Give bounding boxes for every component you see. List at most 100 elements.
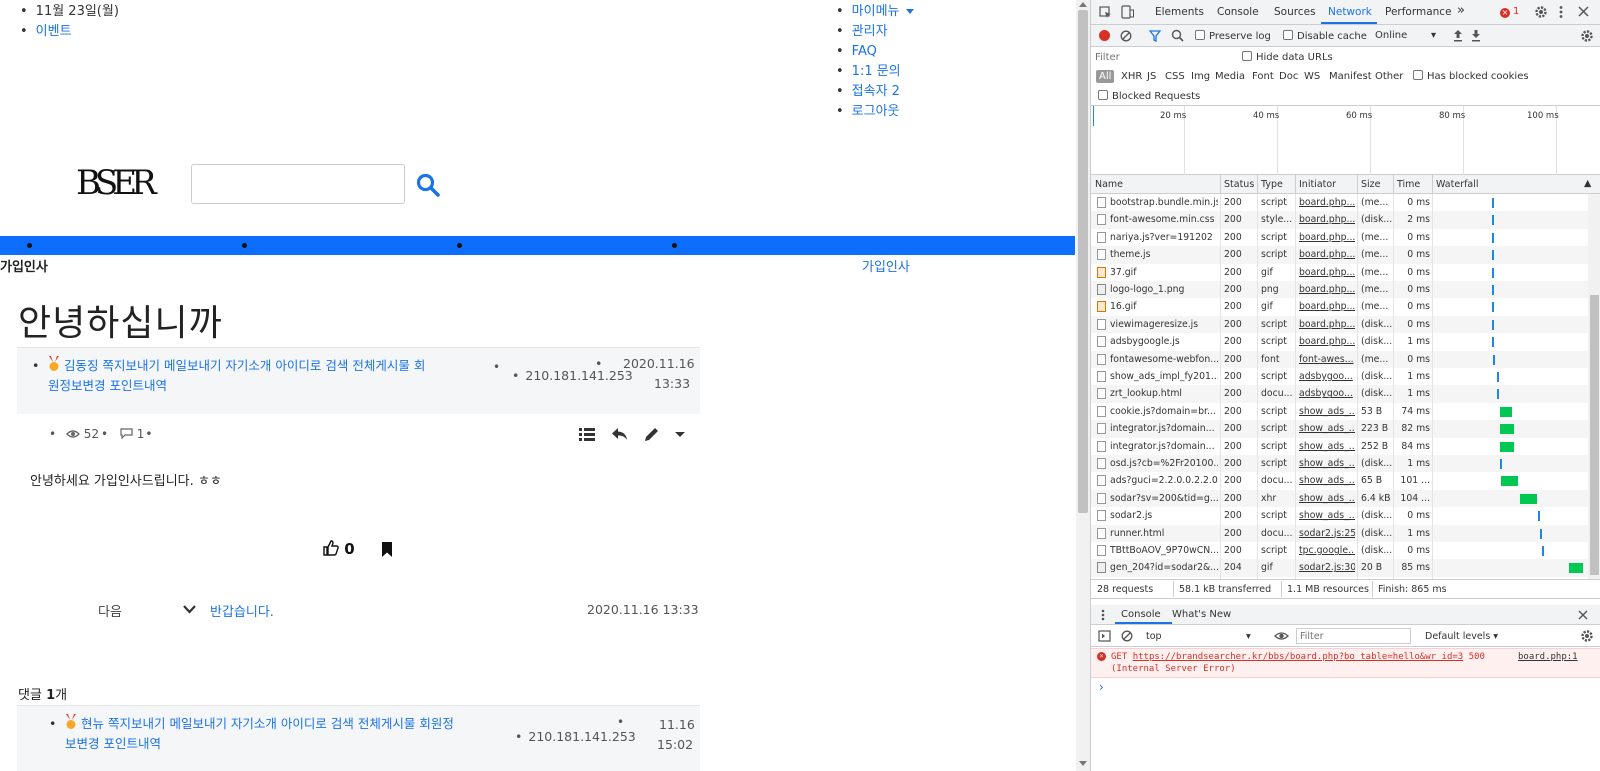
request-row[interactable]: runner.html 200 docu... sodar2.js:25 (disk..… <box>1091 524 1588 542</box>
export-har-icon[interactable] <box>1471 29 1481 42</box>
console-prompt[interactable]: › <box>1099 680 1104 694</box>
col-initiator[interactable]: Initiator <box>1299 179 1336 190</box>
context-select[interactable]: top ▾ <box>1146 631 1251 642</box>
type-filter-js[interactable]: JS <box>1147 71 1156 82</box>
col-divider[interactable] <box>1257 175 1258 194</box>
pencil-icon[interactable] <box>643 425 661 443</box>
checkbox[interactable] <box>1195 30 1205 40</box>
menu-item-visitors[interactable]: 접속자 2 <box>836 82 914 102</box>
col-waterfall[interactable]: Waterfall <box>1436 179 1479 190</box>
checkbox[interactable] <box>1242 51 1252 61</box>
menu-item-faq[interactable]: FAQ <box>836 42 914 62</box>
col-size[interactable]: Size <box>1361 179 1381 190</box>
request-initiator[interactable]: board.php... <box>1299 249 1355 260</box>
request-initiator[interactable]: show_ads_... <box>1299 458 1355 469</box>
request-row[interactable]: cookie.js?domain=br... 200 script show_ads_… <box>1091 403 1588 420</box>
blocked-requests-checkbox[interactable]: Blocked Requests <box>1098 90 1200 102</box>
search-icon[interactable] <box>1171 29 1184 42</box>
tab-network[interactable]: Network <box>1328 6 1372 18</box>
type-filter-doc[interactable]: Doc <box>1279 71 1298 82</box>
request-row[interactable]: logo-logo_1.png 200 png board.php... (me... 0… <box>1091 281 1588 299</box>
type-filter-ws[interactable]: WS <box>1304 71 1320 82</box>
tab-performance[interactable]: Performance <box>1385 6 1452 18</box>
col-divider[interactable] <box>1220 175 1221 194</box>
request-row[interactable]: adsbygoogle.js 200 script board.php... (disk… <box>1091 333 1588 350</box>
clear-console-icon[interactable] <box>1121 630 1133 642</box>
commenter-menu-link-2[interactable]: 보변경 포인트내역 <box>65 736 161 751</box>
col-divider[interactable] <box>1357 175 1358 194</box>
search-input[interactable] <box>191 164 405 204</box>
kebab-menu-icon[interactable] <box>1559 5 1563 19</box>
error-counter[interactable]: × 1 <box>1500 6 1519 18</box>
type-filter-media[interactable]: Media <box>1215 71 1245 82</box>
scroll-down-icon[interactable] <box>1079 761 1087 767</box>
checkbox[interactable] <box>1283 30 1293 40</box>
dropdown-arrow-icon[interactable]: ▾ <box>1246 631 1251 642</box>
author-menu-link[interactable]: 김동징 쪽지보내기 메일보내기 자기소개 아이디로 검색 전체게시물 회 <box>64 358 425 373</box>
col-divider[interactable] <box>1432 175 1433 194</box>
request-row[interactable]: nariya.js?ver=191202 200 script board.php..… <box>1091 229 1588 246</box>
disable-cache-checkbox[interactable]: Disable cache <box>1283 30 1367 42</box>
filter-icon[interactable] <box>1149 30 1161 42</box>
more-tabs-button[interactable]: » <box>1457 3 1465 18</box>
log-levels-select[interactable]: Default levels ▾ <box>1425 631 1498 642</box>
request-initiator[interactable]: show_ads_... <box>1299 493 1355 504</box>
request-row[interactable]: integrator.js?domain... 200 script show_ads… <box>1091 438 1588 455</box>
request-initiator[interactable]: board.php... <box>1299 197 1355 208</box>
sort-up-icon[interactable]: ▲ <box>1584 178 1591 189</box>
event-item[interactable]: 이벤트 <box>20 22 119 42</box>
request-row[interactable]: integrator.js?domain... 200 script show_ads… <box>1091 420 1588 438</box>
page-scrollbar-thumb[interactable] <box>1078 10 1088 513</box>
col-time[interactable]: Time <box>1397 179 1420 190</box>
col-divider[interactable] <box>1295 175 1296 194</box>
faq-link[interactable]: FAQ <box>852 44 877 59</box>
search-icon[interactable] <box>415 172 441 198</box>
request-row[interactable]: show_ads_impl_fy201... 200 script adsbygoo.… <box>1091 368 1588 385</box>
eye-icon[interactable] <box>1274 631 1289 641</box>
author-menu-link-2[interactable]: 원정보변경 포인트내역 <box>48 378 167 393</box>
request-initiator[interactable]: board.php... <box>1299 336 1355 347</box>
request-row[interactable]: bootstrap.bundle.min.js 200 script board.ph… <box>1091 194 1588 211</box>
type-filter-all[interactable]: All <box>1096 70 1115 83</box>
request-row[interactable]: 16.gif 200 gif board.php... (me... 0 ms <box>1091 298 1588 315</box>
dropdown-arrow-icon[interactable]: ▾ <box>1431 30 1436 41</box>
thumbs-up-icon[interactable] <box>323 540 339 556</box>
preserve-log-checkbox[interactable]: Preserve log <box>1195 30 1271 42</box>
request-initiator[interactable]: sodar2.js:25 <box>1299 528 1355 539</box>
console-filter-input[interactable] <box>1296 628 1411 644</box>
error-url[interactable]: https://brandsearcher.kr/bbs/board.php?b… <box>1133 652 1464 662</box>
console-settings-icon[interactable] <box>1580 629 1594 643</box>
drawer-menu-icon[interactable] <box>1101 609 1105 621</box>
hide-data-urls-checkbox[interactable]: Hide data URLs <box>1242 51 1333 63</box>
type-filter-img[interactable]: Img <box>1191 71 1210 82</box>
event-link[interactable]: 이벤트 <box>36 24 72 39</box>
request-row[interactable]: osd.js?cb=%2Fr20100... 200 script show_ads_… <box>1091 455 1588 473</box>
menu-item-logout[interactable]: 로그아웃 <box>836 102 914 122</box>
drawer-tab-console[interactable]: Console <box>1121 609 1161 620</box>
network-filter-input[interactable] <box>1095 49 1235 65</box>
list-icon[interactable] <box>578 425 596 443</box>
overview-timeline[interactable]: 20 ms 40 ms 60 ms 80 ms 100 ms <box>1091 106 1600 175</box>
site-logo[interactable]: BSER <box>76 163 157 203</box>
breadcrumb-link[interactable]: 가입인사 <box>862 256 910 275</box>
caret-down-icon[interactable] <box>905 9 914 14</box>
admin-link[interactable]: 관리자 <box>852 24 888 39</box>
checkbox[interactable] <box>1098 90 1108 100</box>
request-row[interactable]: sodar?sv=200&tid=g... 200 xhr show_ads_... 6… <box>1091 489 1588 508</box>
menu-item-inquiry[interactable]: 1:1 문의 <box>836 62 914 82</box>
request-initiator[interactable]: tpc.google... <box>1299 545 1355 556</box>
nav-item[interactable] <box>242 243 247 248</box>
caret-down-icon[interactable] <box>671 425 689 443</box>
request-initiator[interactable]: board.php... <box>1299 214 1355 225</box>
request-row[interactable]: 37.gif 200 gif board.php... (me... 0 ms <box>1091 264 1588 281</box>
nav-item[interactable] <box>27 243 32 248</box>
request-row[interactable]: ads?guci=2.2.0.0.2.2.0... 200 docu... show_… <box>1091 472 1588 489</box>
request-list-scrollbar-thumb[interactable] <box>1590 295 1599 575</box>
request-initiator[interactable]: adsbygoo... <box>1299 371 1355 382</box>
request-row[interactable]: font-awesome.min.css 200 style... board.php… <box>1091 211 1588 229</box>
reply-icon[interactable] <box>611 425 629 443</box>
commenter-menu-link[interactable]: 현뉴 쪽지보내기 메일보내기 자기소개 아이디로 검색 전체게시물 회원정 <box>81 716 454 731</box>
request-initiator[interactable]: board.php... <box>1299 232 1355 243</box>
logout-link[interactable]: 로그아웃 <box>852 104 900 119</box>
request-row[interactable]: zrt_lookup.html 200 docu... adsbygoo... (dis… <box>1091 385 1588 403</box>
